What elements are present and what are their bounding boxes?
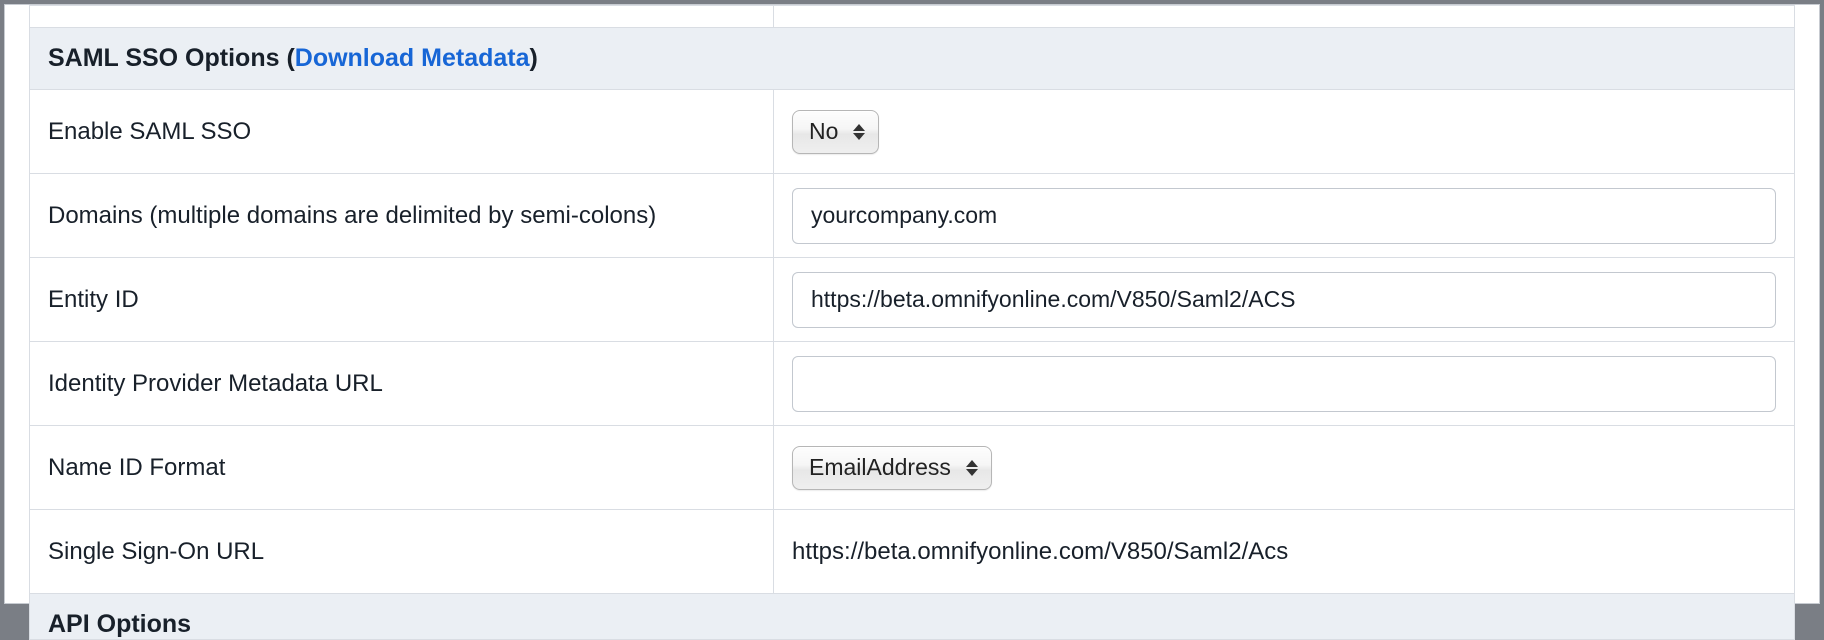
label-idp-metadata: Identity Provider Metadata URL (30, 342, 774, 426)
sso-url-value: https://beta.omnifyonline.com/V850/Saml2… (792, 538, 1288, 565)
chevron-updown-icon (965, 457, 979, 479)
name-id-format-select[interactable]: EmailAddress (792, 446, 992, 490)
saml-header-prefix: SAML SSO Options ( (48, 44, 295, 72)
api-header-text: API Options (48, 610, 191, 638)
label-enable-saml: Enable SAML SSO (30, 90, 774, 174)
saml-section-header: SAML SSO Options (Download Metadata) (30, 28, 1795, 90)
domains-input[interactable] (792, 188, 1776, 244)
label-sso-url: Single Sign-On URL (30, 510, 774, 594)
row-domains: Domains (multiple domains are delimited … (30, 174, 1795, 258)
api-section-header: API Options (30, 594, 1795, 640)
row-idp-metadata: Identity Provider Metadata URL (30, 342, 1795, 426)
saml-header-suffix: ) (530, 44, 538, 72)
row-sso-url: Single Sign-On URL https://beta.omnifyon… (30, 510, 1795, 594)
label-domains: Domains (multiple domains are delimited … (30, 174, 774, 258)
entity-id-input[interactable] (792, 272, 1776, 328)
settings-panel: SAML SSO Options (Download Metadata) Ena… (29, 5, 1795, 603)
settings-table: SAML SSO Options (Download Metadata) Ena… (29, 5, 1795, 640)
label-entity-id: Entity ID (30, 258, 774, 342)
app-frame: SAML SSO Options (Download Metadata) Ena… (4, 4, 1820, 604)
idp-metadata-input[interactable] (792, 356, 1776, 412)
enable-saml-select-value: No (809, 118, 838, 145)
chevron-updown-icon (852, 121, 866, 143)
row-enable-saml: Enable SAML SSO No (30, 90, 1795, 174)
row-name-id-format: Name ID Format EmailAddress (30, 426, 1795, 510)
name-id-format-select-value: EmailAddress (809, 454, 951, 481)
label-name-id-format: Name ID Format (30, 426, 774, 510)
previous-row-cutoff (30, 6, 1795, 28)
enable-saml-select[interactable]: No (792, 110, 879, 154)
row-entity-id: Entity ID (30, 258, 1795, 342)
download-metadata-link[interactable]: Download Metadata (295, 44, 530, 72)
